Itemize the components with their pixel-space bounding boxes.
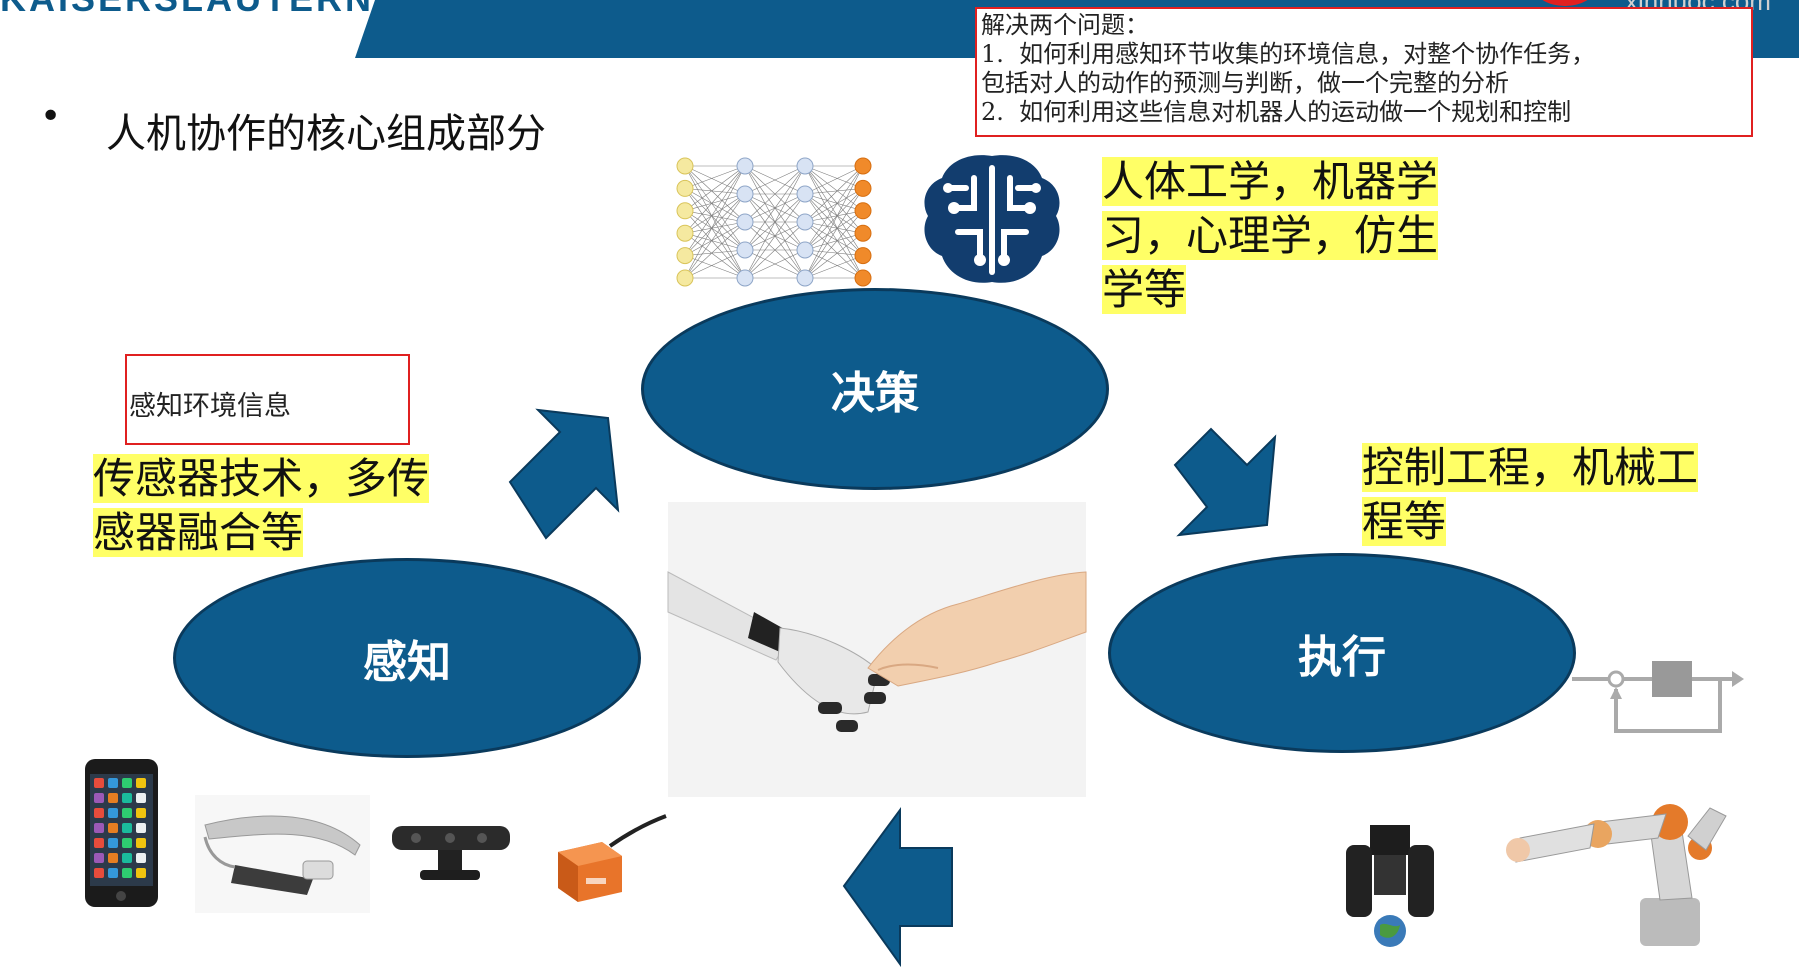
handshake-image — [667, 502, 1087, 797]
execution-fields-line2: 程等 — [1362, 497, 1447, 546]
arrow-down-right-icon — [1173, 427, 1277, 537]
perception-label: 感知 — [363, 637, 451, 688]
execution-ellipse: 执行 — [1108, 553, 1576, 753]
robot-arm-image — [1506, 804, 1727, 946]
control-loop-diagram-icon — [1572, 661, 1744, 733]
decision-fields-line1: 人体工学，机器学 — [1102, 157, 1439, 206]
smart-glasses-image — [195, 795, 370, 913]
decision-ellipse: 决策 — [641, 288, 1109, 490]
decision-fields-line2: 习，心理学，仿生 — [1102, 211, 1439, 260]
perception-fields-line2: 感器融合等 — [93, 508, 304, 557]
accelerometer-sensor-image — [558, 814, 667, 902]
execution-label: 执行 — [1298, 632, 1386, 683]
bullet: • — [40, 96, 62, 137]
depth-camera-image — [392, 826, 510, 880]
perception-info-box: 感知环境信息 — [125, 354, 410, 445]
arrow-up-right-icon — [508, 408, 620, 540]
decision-fields: 人体工学，机器学 习，心理学，仿生 学等 — [1102, 155, 1439, 317]
decision-fields-line3: 学等 — [1102, 265, 1187, 314]
note-box: 解决两个问题： 1. 如何利用感知环节收集的环境信息，对整个协作任务， 包括对人… — [975, 7, 1753, 137]
university-logo: KAISERSLAUTERN — [0, 0, 374, 20]
arrow-left-icon — [842, 806, 953, 968]
neural-network-icon — [676, 157, 872, 287]
execution-fields-line1: 控制工程，机械工 — [1362, 443, 1699, 492]
robot-gripper-image — [1346, 825, 1434, 947]
perception-ellipse: 感知 — [173, 558, 641, 758]
decision-label: 决策 — [831, 368, 919, 419]
smartphone-image — [85, 759, 158, 907]
perception-fields-line1: 传感器技术，多传 — [93, 454, 430, 503]
execution-fields: 控制工程，机械工 程等 — [1362, 441, 1699, 549]
slide-title: 人机协作的核心组成部分 — [106, 111, 546, 157]
perception-fields: 传感器技术，多传 感器融合等 — [93, 452, 430, 560]
brain-circuit-icon — [924, 155, 1060, 283]
